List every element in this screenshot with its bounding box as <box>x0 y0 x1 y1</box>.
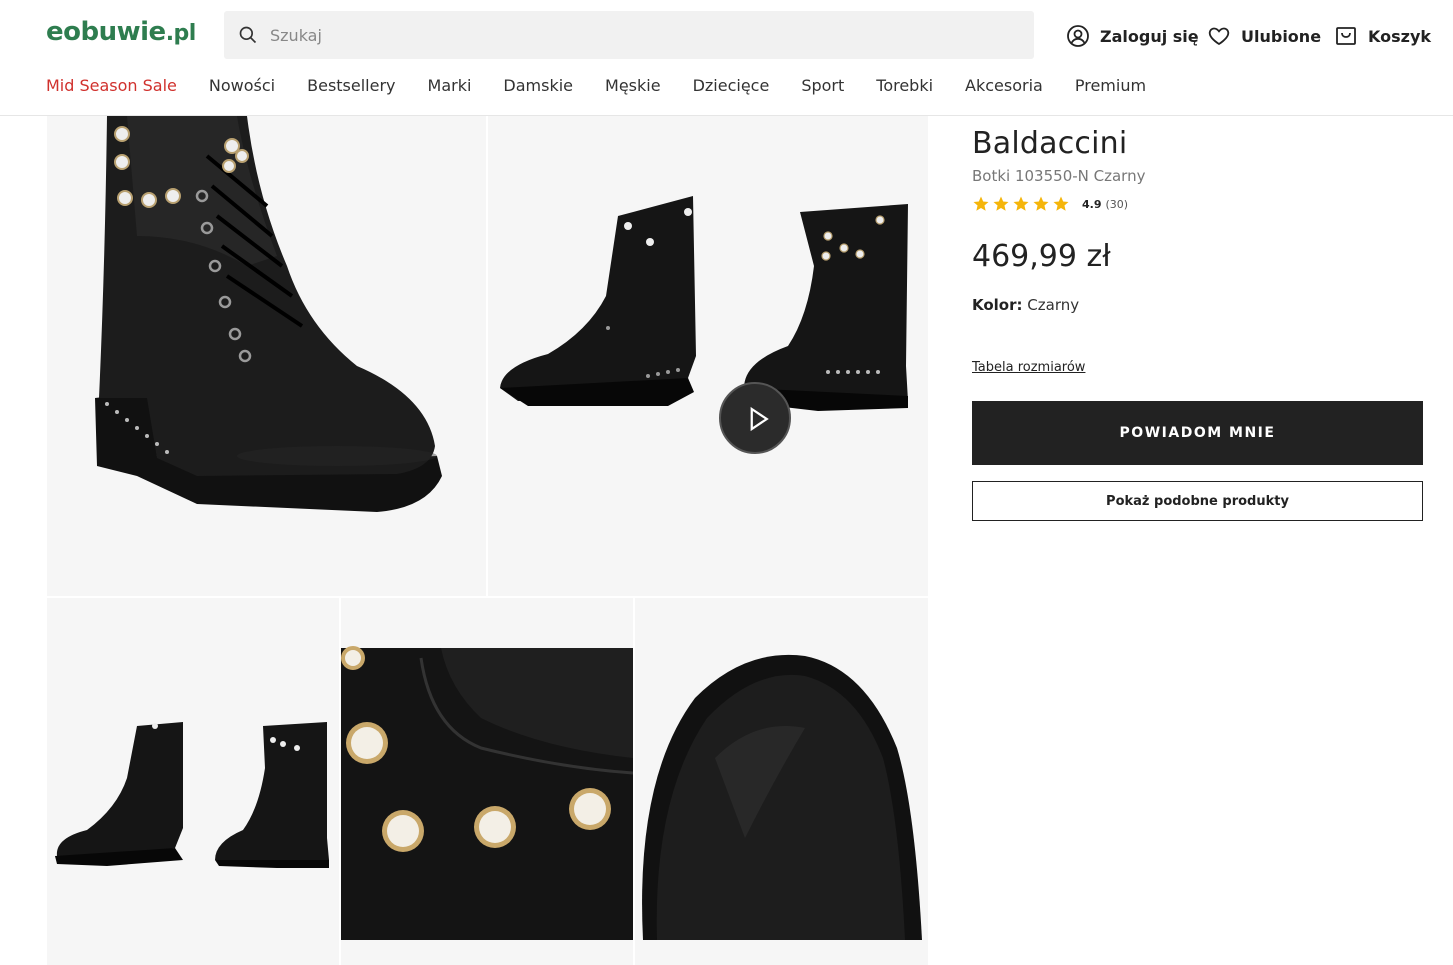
logo-text: eobuwie <box>46 17 166 47</box>
cart-label: Koszyk <box>1368 26 1432 46</box>
boot-main-image <box>47 116 486 596</box>
star-icon <box>973 196 989 211</box>
nav-item-bestsellery[interactable]: Bestsellery <box>307 76 395 95</box>
favorites-link[interactable]: Ulubione <box>1207 22 1321 50</box>
login-label: Zaloguj się <box>1100 26 1199 46</box>
heart-icon <box>1208 27 1230 46</box>
nav-item-marki[interactable]: Marki <box>428 76 472 95</box>
rating-count: (30) <box>1105 197 1129 211</box>
login-link[interactable]: Zaloguj się <box>1066 22 1199 50</box>
nav-item-mid-season-sale[interactable]: Mid Season Sale <box>46 76 177 95</box>
product-rating[interactable]: 4.9 (30) <box>972 195 1423 213</box>
toe-detail-image <box>635 598 928 965</box>
product-info: Baldaccini Botki 103550-N Czarny 4.9 (30… <box>972 116 1423 521</box>
product-brand[interactable]: Baldaccini <box>972 126 1423 161</box>
nav-item-premium[interactable]: Premium <box>1075 76 1146 95</box>
nav-item-nowosci[interactable]: Nowości <box>209 76 275 95</box>
rating-score: 4.9 <box>1082 197 1102 211</box>
main-nav: Mid Season Sale Nowości Bestsellery Mark… <box>46 76 1146 95</box>
show-similar-button[interactable]: Pokaż podobne produkty <box>972 481 1423 521</box>
rating-stars <box>972 195 1070 213</box>
boot-pair-side-image <box>47 598 339 965</box>
play-icon <box>750 406 769 432</box>
product-price: 469,99 zł <box>972 239 1111 274</box>
gallery-image-pair[interactable] <box>47 598 339 965</box>
gallery-image-toe-detail[interactable] <box>635 598 928 965</box>
site-logo[interactable]: eobuwie.pl <box>46 17 196 47</box>
nav-item-sport[interactable]: Sport <box>801 76 844 95</box>
product-color: Kolor: Czarny <box>972 296 1423 314</box>
search-input[interactable] <box>270 11 1010 59</box>
video-play-button[interactable] <box>719 382 791 454</box>
nav-item-meskie[interactable]: Męskie <box>605 76 661 95</box>
gallery-video[interactable] <box>488 116 928 596</box>
nav-item-dzieciece[interactable]: Dziecięce <box>693 76 770 95</box>
notify-me-button[interactable]: POWIADOM MNIE <box>972 401 1423 465</box>
logo-suffix: .pl <box>165 21 197 46</box>
size-table-link[interactable]: Tabela rozmiarów <box>972 360 1085 375</box>
user-icon <box>1067 25 1089 47</box>
star-icon <box>993 196 1009 211</box>
pearl-detail-image <box>341 598 633 965</box>
nav-item-damskie[interactable]: Damskie <box>503 76 573 95</box>
star-icon <box>1013 196 1029 211</box>
nav-item-torebki[interactable]: Torebki <box>876 76 933 95</box>
cart-link[interactable]: Koszyk <box>1334 22 1431 50</box>
star-icon <box>1033 196 1049 211</box>
color-value: Czarny <box>1027 296 1080 314</box>
gallery-image-main[interactable] <box>47 116 486 596</box>
gallery-image-pearl-detail[interactable] <box>341 598 633 965</box>
cart-icon <box>1336 27 1356 45</box>
nav-item-akcesoria[interactable]: Akcesoria <box>965 76 1043 95</box>
product-model: Botki 103550-N Czarny <box>972 167 1146 185</box>
search-icon <box>239 26 257 44</box>
product-gallery <box>47 116 928 965</box>
site-header: eobuwie.pl Zaloguj się Ulubione Koszyk M… <box>0 0 1453 116</box>
favorites-label: Ulubione <box>1241 26 1322 46</box>
search-bar[interactable] <box>224 11 1034 59</box>
color-label: Kolor: <box>972 296 1023 314</box>
star-icon <box>1053 196 1069 211</box>
boot-pair-video-image <box>488 116 928 596</box>
